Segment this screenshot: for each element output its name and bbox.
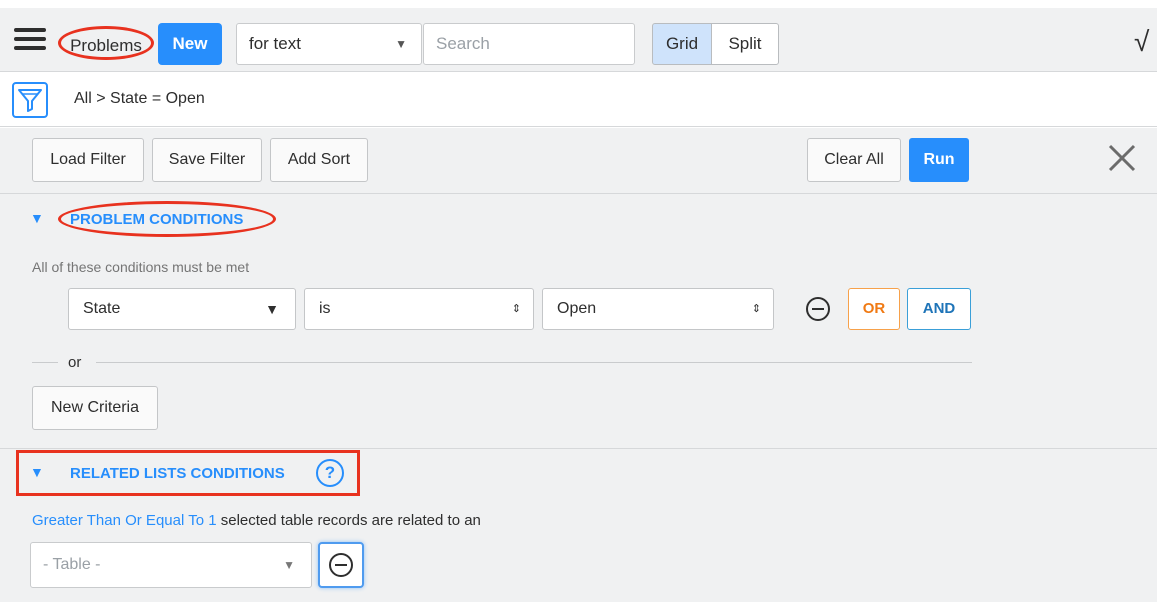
condition-field-select[interactable]: State ▼ xyxy=(68,288,296,330)
remove-icon xyxy=(329,553,353,577)
updown-icon: ⇕ xyxy=(511,303,521,315)
table-select-placeholder: - Table - xyxy=(43,556,101,573)
new-button[interactable]: New xyxy=(158,23,222,65)
view-grid-button[interactable]: Grid xyxy=(652,23,712,65)
condition-operator-value: is xyxy=(319,300,331,317)
annotation-oval xyxy=(58,201,276,237)
breadcrumb-bar: All > State = Open xyxy=(0,73,1157,127)
conditions-hint: All of these conditions must be met xyxy=(32,259,250,275)
top-strip xyxy=(0,0,1157,8)
add-sort-button[interactable]: Add Sort xyxy=(270,138,368,182)
or-separator-label: or xyxy=(68,354,82,371)
related-description-text: selected table records are related to an xyxy=(220,512,481,529)
menu-icon[interactable] xyxy=(14,28,46,54)
remove-related-button[interactable] xyxy=(318,542,364,588)
or-button[interactable]: OR xyxy=(848,288,900,330)
chevron-down-icon: ▼ xyxy=(283,558,295,572)
checkmark-icon[interactable]: √ xyxy=(1134,26,1149,58)
remove-condition-icon[interactable] xyxy=(806,297,830,321)
divider xyxy=(96,362,972,363)
annotation-rectangle xyxy=(16,450,360,496)
view-split-button[interactable]: Split xyxy=(711,23,779,65)
condition-operator-select[interactable]: is ⇕ xyxy=(304,288,534,330)
breadcrumb[interactable]: All > State = Open xyxy=(74,90,205,108)
save-filter-button[interactable]: Save Filter xyxy=(152,138,262,182)
table-select[interactable]: - Table - ▼ xyxy=(30,542,312,588)
condition-value-value: Open xyxy=(557,300,597,317)
search-input[interactable]: Search xyxy=(423,23,635,65)
new-criteria-button[interactable]: New Criteria xyxy=(32,386,158,430)
search-field-select[interactable]: for text ▼ xyxy=(236,23,422,65)
chevron-down-icon: ▼ xyxy=(395,37,407,51)
list-header: Problems New for text ▼ Search Grid Spli… xyxy=(0,8,1157,72)
filter-toolbar: Load Filter Save Filter Add Sort Clear A… xyxy=(0,128,1157,194)
funnel-icon[interactable] xyxy=(12,82,48,118)
divider xyxy=(32,362,58,363)
close-icon[interactable] xyxy=(1104,140,1140,176)
related-lists-description: Greater Than Or Equal To 1 selected tabl… xyxy=(32,512,481,529)
run-button[interactable]: Run xyxy=(909,138,969,182)
updown-icon: ⇕ xyxy=(751,303,761,315)
and-button[interactable]: AND xyxy=(907,288,971,330)
divider xyxy=(0,448,1157,449)
clear-all-button[interactable]: Clear All xyxy=(807,138,901,182)
condition-field-value: State xyxy=(83,300,121,317)
caret-down-icon: ▼ xyxy=(265,301,279,317)
search-field-select-value: for text xyxy=(249,34,301,53)
condition-value-select[interactable]: Open ⇕ xyxy=(542,288,774,330)
condition-builder: Load Filter Save Filter Add Sort Clear A… xyxy=(0,128,1157,602)
load-filter-button[interactable]: Load Filter xyxy=(32,138,144,182)
list-title-problems[interactable]: Problems xyxy=(58,26,154,60)
quantity-link[interactable]: Greater Than Or Equal To 1 xyxy=(32,512,217,529)
collapse-triangle-icon[interactable]: ▼ xyxy=(30,210,44,226)
